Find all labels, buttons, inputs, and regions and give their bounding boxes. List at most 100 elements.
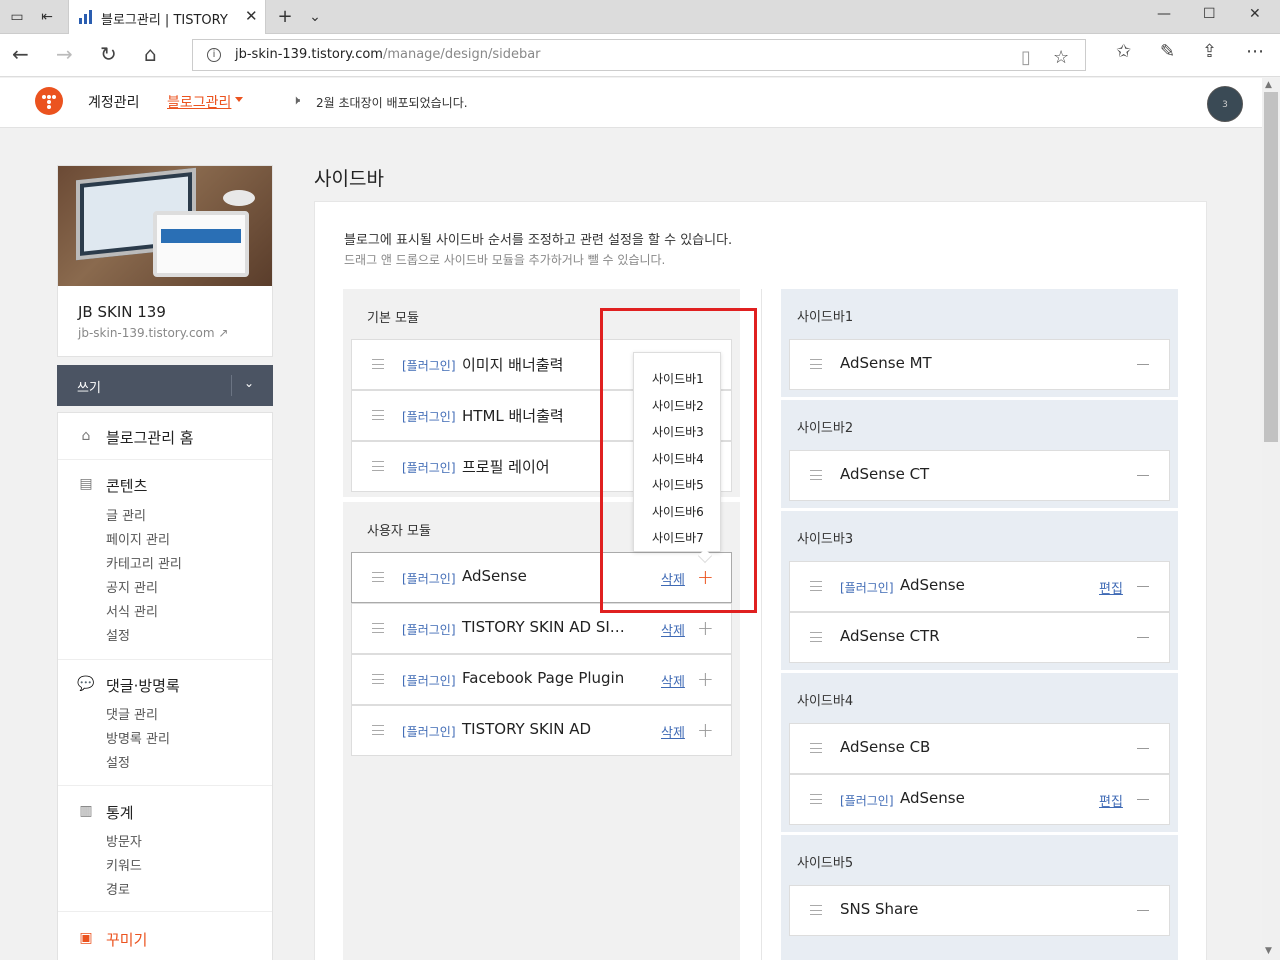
drag-handle-icon[interactable]: [810, 470, 822, 480]
write-divider: [231, 375, 232, 396]
tistory-logo[interactable]: [35, 87, 63, 115]
new-tab-icon[interactable]: +: [276, 8, 294, 26]
web-note-icon[interactable]: ✎: [1160, 41, 1175, 62]
reading-view-icon[interactable]: ▯: [1021, 47, 1031, 68]
url-text[interactable]: jb-skin-139.tistory.com/manage/design/si…: [235, 47, 541, 62]
page-title: 사이드바: [314, 168, 384, 190]
scroll-up-icon[interactable]: ▲: [1265, 80, 1272, 90]
page-scrollbar[interactable]: ▲ ▼: [1262, 78, 1280, 960]
set-aside-tabs-icon[interactable]: ⇤: [38, 8, 56, 26]
drag-handle-icon[interactable]: [810, 905, 822, 915]
drag-handle-icon[interactable]: [372, 359, 384, 369]
drag-handle-icon[interactable]: [372, 572, 384, 582]
tab-title: 블로그관리 | TISTORY: [101, 13, 228, 28]
edit-link[interactable]: 편집: [1099, 791, 1123, 810]
list-item[interactable]: [플러그인] Facebook Page Plugin 삭제 +: [351, 654, 732, 705]
drag-handle-icon[interactable]: [372, 461, 384, 471]
remove-icon[interactable]: [1137, 586, 1149, 587]
drag-handle-icon[interactable]: [372, 623, 384, 633]
list-item[interactable]: SNS Share: [789, 885, 1170, 936]
drag-handle-icon[interactable]: [810, 359, 822, 369]
list-item[interactable]: AdSense CTR: [789, 612, 1170, 663]
drag-handle-icon[interactable]: [810, 632, 822, 642]
user-modules-title: 사용자 모듈: [367, 524, 431, 539]
blog-url[interactable]: jb-skin-139.tistory.com ↗: [78, 326, 228, 340]
refresh-icon[interactable]: ↻: [100, 42, 117, 66]
plugin-tag: [플러그인]: [402, 461, 456, 475]
write-button[interactable]: 쓰기 ⌄: [57, 365, 273, 406]
remove-icon[interactable]: [1137, 910, 1149, 911]
maximize-icon[interactable]: ☐: [1203, 6, 1216, 22]
list-item[interactable]: AdSense CB: [789, 723, 1170, 774]
drag-handle-icon[interactable]: [372, 725, 384, 735]
delete-link[interactable]: 삭제: [661, 671, 685, 690]
menu-visitors[interactable]: 방문자: [106, 831, 142, 850]
remove-icon[interactable]: [1137, 637, 1149, 638]
list-item[interactable]: AdSense CT: [789, 450, 1170, 501]
remove-icon[interactable]: [1137, 748, 1149, 749]
window-close-icon[interactable]: ✕: [1249, 6, 1261, 22]
menu-comment-manage[interactable]: 댓글 관리: [106, 704, 158, 723]
add-to-sidebar-icon[interactable]: +: [697, 616, 714, 640]
list-item[interactable]: [플러그인] TISTORY SKIN AD 삭제 +: [351, 705, 732, 756]
menu-posts[interactable]: 글 관리: [106, 505, 146, 524]
nav-account-link[interactable]: 계정관리: [88, 92, 140, 112]
menu-categories[interactable]: 카테고리 관리: [106, 553, 182, 572]
remove-icon[interactable]: [1137, 364, 1149, 365]
remove-icon[interactable]: [1137, 799, 1149, 800]
add-to-sidebar-icon[interactable]: +: [697, 667, 714, 691]
menu-referrers[interactable]: 경로: [106, 879, 130, 898]
delete-link[interactable]: 삭제: [661, 620, 685, 639]
list-item[interactable]: [플러그인] AdSense 편집: [789, 561, 1170, 612]
blog-title[interactable]: JB SKIN 139: [78, 303, 166, 321]
menu-home[interactable]: 블로그관리 홈: [106, 427, 194, 448]
menu-contents-settings[interactable]: 설정: [106, 625, 130, 644]
drag-handle-icon[interactable]: [372, 674, 384, 684]
drag-handle-icon[interactable]: [810, 743, 822, 753]
minimize-icon[interactable]: —: [1157, 6, 1171, 22]
menu-notices[interactable]: 공지 관리: [106, 577, 158, 596]
delete-link[interactable]: 삭제: [661, 722, 685, 741]
forward-arrow-icon[interactable]: →: [56, 42, 73, 66]
home-icon[interactable]: ⌂: [144, 42, 157, 66]
menu-decorate[interactable]: 꾸미기: [106, 929, 147, 950]
tab-list-chevron-icon[interactable]: ⌄: [306, 8, 324, 26]
scroll-down-icon[interactable]: ▼: [1265, 946, 1272, 956]
tab-close-icon[interactable]: ✕: [245, 7, 258, 25]
browser-titlebar: ▭ ⇤ 블로그관리 | TISTORY ✕ + ⌄ — ☐ ✕: [0, 0, 1280, 34]
menu-templates[interactable]: 서식 관리: [106, 601, 158, 620]
menu-comments-settings[interactable]: 설정: [106, 752, 130, 771]
back-arrow-icon[interactable]: ←: [12, 42, 29, 66]
nav-blog-manage-link[interactable]: 블로그관리: [167, 92, 231, 112]
module-name: AdSense: [900, 789, 965, 807]
menu-guestbook-manage[interactable]: 방명록 관리: [106, 728, 170, 747]
blog-thumbnail[interactable]: [58, 166, 272, 286]
add-to-sidebar-icon[interactable]: +: [697, 718, 714, 742]
site-info-icon[interactable]: i: [207, 48, 221, 62]
avatar[interactable]: 3: [1207, 86, 1243, 122]
url-bar[interactable]: i jb-skin-139.tistory.com/manage/design/…: [192, 39, 1086, 71]
layout-icon: ▣: [79, 930, 93, 946]
drag-handle-icon[interactable]: [810, 794, 822, 804]
menu-pages[interactable]: 페이지 관리: [106, 529, 170, 548]
tab-manager-icon[interactable]: ▭: [8, 8, 26, 26]
drag-handle-icon[interactable]: [810, 581, 822, 591]
favorites-hub-icon[interactable]: ✩: [1116, 41, 1131, 62]
menu-stats[interactable]: 통계: [106, 802, 134, 823]
menu-comments[interactable]: 댓글·방명록: [106, 675, 180, 696]
menu-contents[interactable]: 콘텐츠: [106, 475, 147, 496]
favorite-star-icon[interactable]: ☆: [1053, 47, 1069, 68]
drag-handle-icon[interactable]: [372, 410, 384, 420]
list-item[interactable]: [플러그인] AdSense 편집: [789, 774, 1170, 825]
menu-keywords[interactable]: 키워드: [106, 855, 142, 874]
remove-icon[interactable]: [1137, 475, 1149, 476]
notice-text[interactable]: 2월 초대장이 배포되었습니다.: [316, 94, 468, 111]
more-menu-icon[interactable]: ⋯: [1246, 41, 1264, 62]
share-icon[interactable]: ⇪: [1202, 41, 1217, 62]
edit-link[interactable]: 편집: [1099, 578, 1123, 597]
list-item[interactable]: AdSense MT: [789, 339, 1170, 390]
caret-down-icon[interactable]: [235, 97, 243, 102]
browser-tab[interactable]: 블로그관리 | TISTORY ✕: [68, 0, 266, 34]
chevron-down-icon[interactable]: ⌄: [244, 376, 254, 390]
scroll-thumb[interactable]: [1264, 92, 1278, 442]
